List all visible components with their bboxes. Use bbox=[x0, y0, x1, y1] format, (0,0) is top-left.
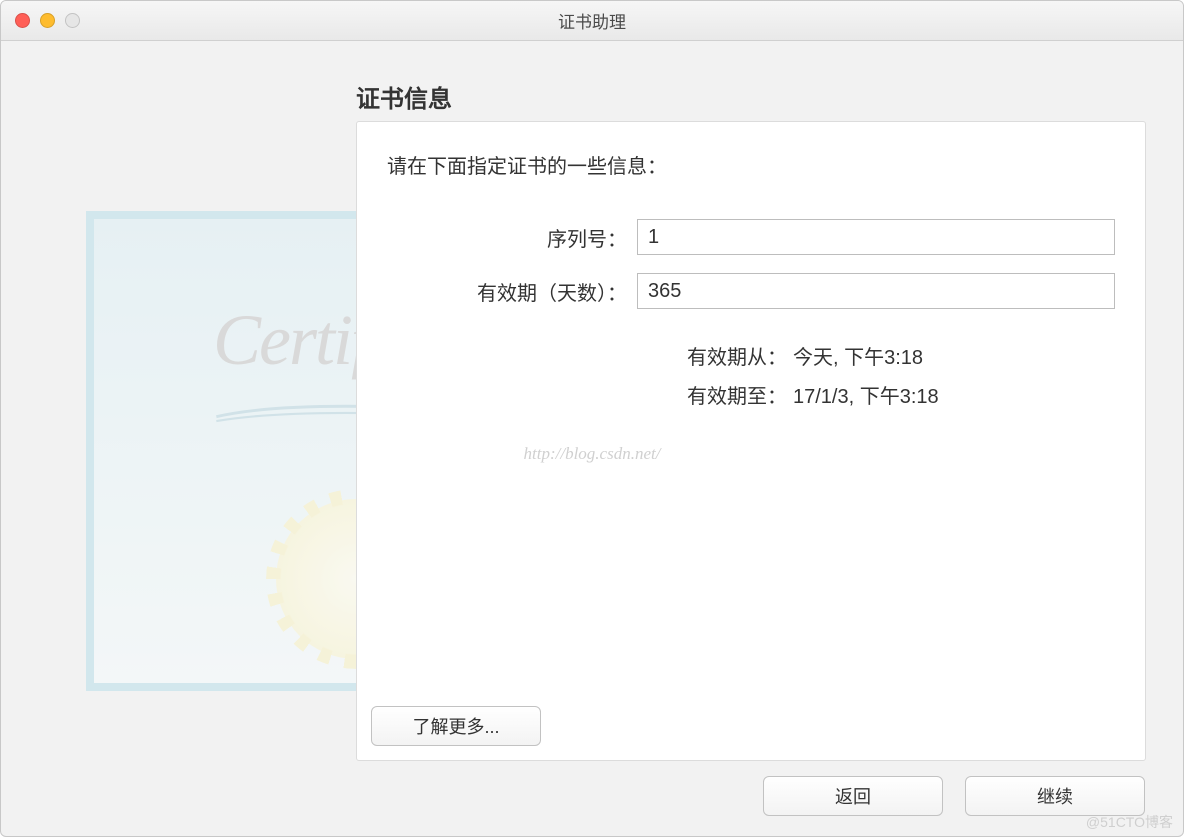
dialog-content: Certificate 证书信息 请在下面指定证书的一些信息： 序列号： 有效期… bbox=[1, 41, 1183, 836]
close-icon[interactable] bbox=[15, 13, 30, 28]
window-controls bbox=[15, 13, 80, 28]
learn-more-button[interactable]: 了解更多... bbox=[371, 706, 541, 746]
valid-to-label: 有效期至： bbox=[677, 380, 787, 409]
center-watermark: http://blog.csdn.net/ bbox=[524, 444, 661, 464]
serial-label: 序列号： bbox=[387, 223, 637, 252]
valid-from-row: 有效期从： 今天, 下午3:18 bbox=[387, 341, 1115, 370]
serial-row: 序列号： bbox=[387, 219, 1115, 255]
corner-watermark: @51CTO博客 bbox=[1086, 812, 1173, 832]
validity-input[interactable] bbox=[637, 273, 1115, 309]
serial-input[interactable] bbox=[637, 219, 1115, 255]
zoom-icon[interactable] bbox=[65, 13, 80, 28]
valid-from-value: 今天, 下午3:18 bbox=[787, 341, 923, 370]
minimize-icon[interactable] bbox=[40, 13, 55, 28]
dialog-window: 证书助理 Certificate 证书信息 请在下面指定证书的一些信息： 序列号… bbox=[0, 0, 1184, 837]
validity-row: 有效期（天数）： bbox=[387, 273, 1115, 309]
continue-button[interactable]: 继续 bbox=[965, 776, 1145, 816]
back-button[interactable]: 返回 bbox=[763, 776, 943, 816]
valid-to-row: 有效期至： 17/1/3, 下午3:18 bbox=[387, 380, 1115, 409]
form-panel: 请在下面指定证书的一些信息： 序列号： 有效期（天数）： 有效期从： 今天, 下… bbox=[356, 121, 1146, 761]
window-title: 证书助理 bbox=[13, 8, 1171, 33]
instruction-text: 请在下面指定证书的一些信息： bbox=[387, 150, 1115, 179]
valid-from-label: 有效期从： bbox=[677, 341, 787, 370]
footer-buttons: 返回 继续 bbox=[763, 776, 1145, 816]
valid-to-value: 17/1/3, 下午3:18 bbox=[787, 380, 939, 409]
validity-label: 有效期（天数）： bbox=[387, 277, 637, 306]
titlebar: 证书助理 bbox=[1, 1, 1183, 41]
page-heading: 证书信息 bbox=[356, 79, 452, 114]
